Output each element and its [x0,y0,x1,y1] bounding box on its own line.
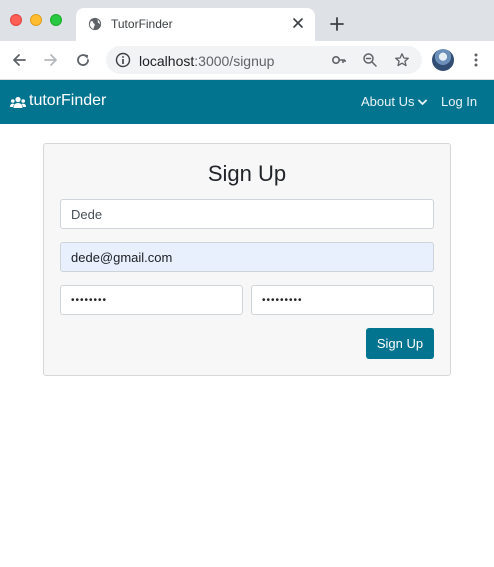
key-icon[interactable] [331,52,347,68]
browser-toolbar: localhost:3000/signup [0,41,494,80]
address-bar[interactable]: localhost:3000/signup [106,46,422,74]
password-field[interactable]: •••••••• [60,285,243,315]
url-text: localhost:3000/signup [139,53,274,69]
url-host: localhost [139,53,195,69]
nav-log-in[interactable]: Log In [441,94,477,109]
chevron-down-icon[interactable] [418,99,427,106]
window-minimize-button[interactable] [30,14,42,26]
globe-icon [88,17,102,31]
form-title: Sign Up [207,161,287,186]
window-close-button[interactable] [10,14,22,26]
name-field[interactable]: Dede [60,199,434,229]
email-field[interactable]: dede@gmail.com [60,242,434,272]
forward-arrow-icon[interactable] [42,51,60,69]
brand-name[interactable]: tutorFinder [29,92,106,110]
back-arrow-icon[interactable] [10,51,28,69]
window-zoom-button[interactable] [50,14,62,26]
users-icon [10,96,26,108]
more-vert-icon[interactable] [468,52,484,68]
profile-avatar[interactable] [432,49,454,71]
app-navbar: tutorFinder About Us Log In [0,80,494,124]
info-icon[interactable] [115,52,131,68]
confirm-password-field[interactable]: ••••••••• [251,285,434,315]
reload-icon[interactable] [74,51,92,69]
plus-icon[interactable] [329,16,345,32]
browser-tab[interactable]: TutorFinder [76,8,315,41]
star-icon[interactable] [394,52,410,68]
nav-about-us[interactable]: About Us [361,94,414,109]
tab-title: TutorFinder [111,17,173,31]
signup-button[interactable]: Sign Up [366,328,434,359]
signup-card: Sign Up Dede dede@gmail.com •••••••• •••… [43,143,451,376]
close-icon[interactable] [291,16,305,30]
zoom-out-icon[interactable] [362,52,378,68]
browser-tab-strip: TutorFinder [0,0,494,41]
url-path: :3000/signup [194,53,275,69]
